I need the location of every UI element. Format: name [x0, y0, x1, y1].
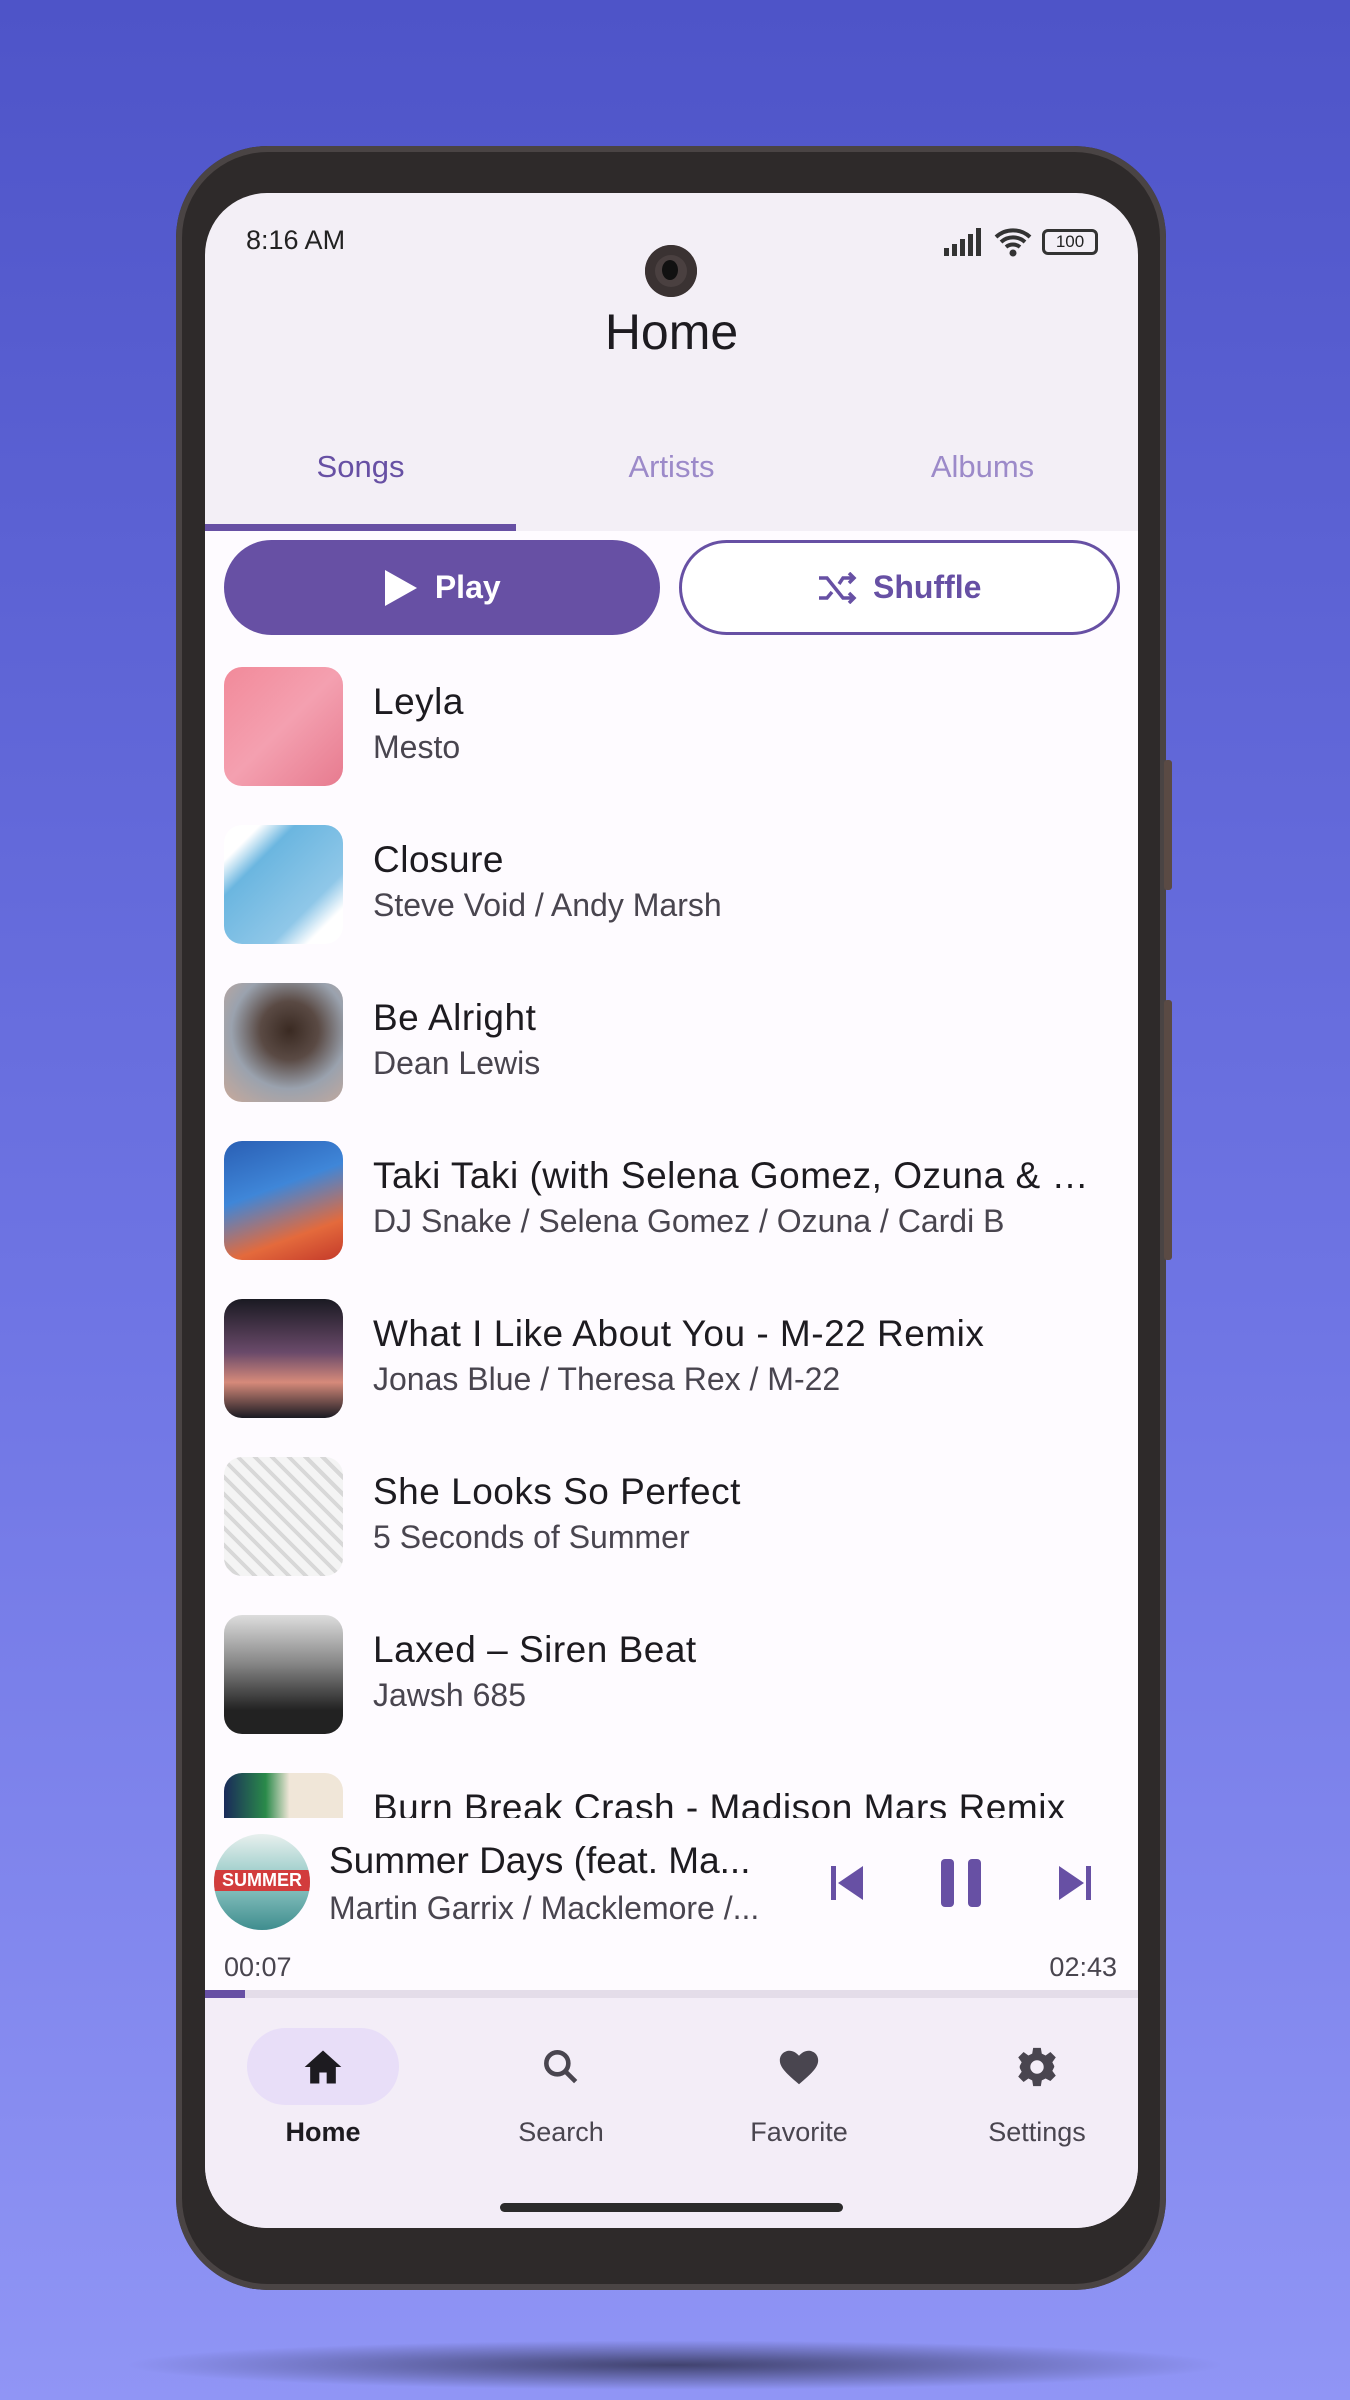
front-camera — [645, 245, 697, 297]
tab-albums[interactable]: Albums — [827, 441, 1138, 531]
search-icon — [544, 2049, 578, 2083]
battery-icon: 100 — [1042, 229, 1098, 255]
volume-button — [1164, 1000, 1172, 1260]
status-time: 8:16 AM — [246, 225, 346, 255]
home-icon — [304, 2050, 342, 2083]
song-list: Leyla Mesto Closure Steve Void / Andy Mars… — [205, 667, 1138, 1818]
nav-label: Favorite — [750, 2117, 848, 2147]
tab-songs[interactable]: Songs — [205, 441, 516, 531]
nav-favorite[interactable]: Favorite — [719, 2028, 879, 2148]
nav-settings[interactable]: Settings — [957, 2028, 1117, 2148]
album-art — [224, 1457, 343, 1576]
progress-fill — [205, 1990, 246, 1998]
now-playing-title: Summer Days (feat. Ma... — [329, 1840, 751, 1881]
nav-label: Settings — [988, 2117, 1086, 2147]
nav-label: Search — [518, 2117, 604, 2147]
play-icon — [384, 569, 417, 606]
album-art — [224, 667, 343, 786]
song-artist: Mesto — [373, 729, 461, 765]
now-playing-artist: Martin Garrix / Macklemore /... — [329, 1890, 760, 1926]
song-item[interactable]: She Looks So Perfect 5 Seconds of Summer — [205, 1457, 1138, 1615]
album-art — [224, 983, 343, 1102]
song-title: Leyla — [373, 681, 464, 722]
song-artist: Jawsh 685 — [373, 1677, 526, 1713]
song-title: Burn Break Crash - Madison Mars Remix — [373, 1787, 1066, 1818]
shuffle-icon — [819, 571, 857, 604]
play-label: Play — [434, 569, 501, 605]
song-item[interactable]: Closure Steve Void / Andy Marsh — [205, 825, 1138, 983]
now-playing-art: SUMMER — [214, 1834, 310, 1930]
screen: 8:16 AM 100 Home Songs Artists Albums Pl… — [205, 193, 1138, 2228]
album-art — [224, 1615, 343, 1734]
song-title: She Looks So Perfect — [373, 1471, 741, 1512]
song-artist: Jonas Blue / Theresa Rex / M-22 — [373, 1361, 841, 1397]
gesture-bar[interactable] — [500, 2203, 843, 2212]
song-artist: Dean Lewis — [373, 1045, 541, 1081]
pause-icon[interactable] — [933, 1855, 989, 1911]
playback-progress-bar[interactable] — [205, 1990, 1138, 1998]
gear-icon — [1018, 2047, 1056, 2086]
shuffle-button[interactable]: Shuffle — [678, 540, 1120, 635]
song-title: Taki Taki (with Selena Gomez, Ozuna & Ca… — [373, 1155, 1113, 1196]
song-item[interactable]: Burn Break Crash - Madison Mars Remix — [205, 1773, 1138, 1818]
songs-content[interactable]: Play Shuffle Leyla Mesto Closure Steve Voi… — [205, 531, 1138, 1818]
status-bar: 8:16 AM 100 — [205, 223, 1138, 297]
elapsed-time: 00:07 — [224, 1952, 292, 1982]
signal-icon — [944, 228, 981, 256]
song-title: What I Like About You - M-22 Remix — [373, 1313, 985, 1354]
song-item[interactable]: Taki Taki (with Selena Gomez, Ozuna & Ca… — [205, 1141, 1138, 1299]
song-artist: Steve Void / Andy Marsh — [373, 887, 722, 923]
song-artist: DJ Snake / Selena Gomez / Ozuna / Cardi … — [373, 1203, 1005, 1239]
album-art — [224, 825, 343, 944]
bottom-navigation: Home Search Favorite Settings — [205, 1998, 1138, 2228]
shuffle-label: Shuffle — [873, 569, 982, 605]
album-art — [224, 1141, 343, 1260]
song-title: Be Alright — [373, 997, 537, 1038]
tab-indicator — [205, 524, 516, 531]
album-art — [224, 1299, 343, 1418]
page-title: Home — [604, 304, 739, 360]
song-title: Closure — [373, 839, 504, 880]
mini-player[interactable]: SUMMER Summer Days (feat. Ma... Martin G… — [205, 1818, 1138, 1998]
song-title: Laxed – Siren Beat — [373, 1629, 697, 1670]
skip-next-icon[interactable] — [1049, 1858, 1099, 1908]
heart-icon — [779, 2050, 819, 2084]
nav-search[interactable]: Search — [481, 2028, 641, 2148]
tab-artists[interactable]: Artists — [516, 441, 827, 531]
song-artist: 5 Seconds of Summer — [373, 1519, 690, 1555]
skip-previous-icon[interactable] — [823, 1858, 873, 1908]
power-button — [1164, 760, 1172, 890]
wifi-icon — [994, 228, 1032, 257]
total-duration: 02:43 — [1049, 1952, 1117, 1982]
song-item[interactable]: Laxed – Siren Beat Jawsh 685 — [205, 1615, 1138, 1773]
phone-shadow — [120, 2340, 1230, 2390]
nav-label: Home — [285, 2117, 361, 2147]
play-button[interactable]: Play — [224, 540, 660, 635]
song-item[interactable]: What I Like About You - M-22 Remix Jonas … — [205, 1299, 1138, 1457]
tab-bar: Songs Artists Albums — [205, 441, 1138, 531]
album-art — [224, 1773, 343, 1818]
nav-home[interactable]: Home — [243, 2028, 403, 2148]
song-item[interactable]: Leyla Mesto — [205, 667, 1138, 825]
song-item[interactable]: Be Alright Dean Lewis — [205, 983, 1138, 1141]
